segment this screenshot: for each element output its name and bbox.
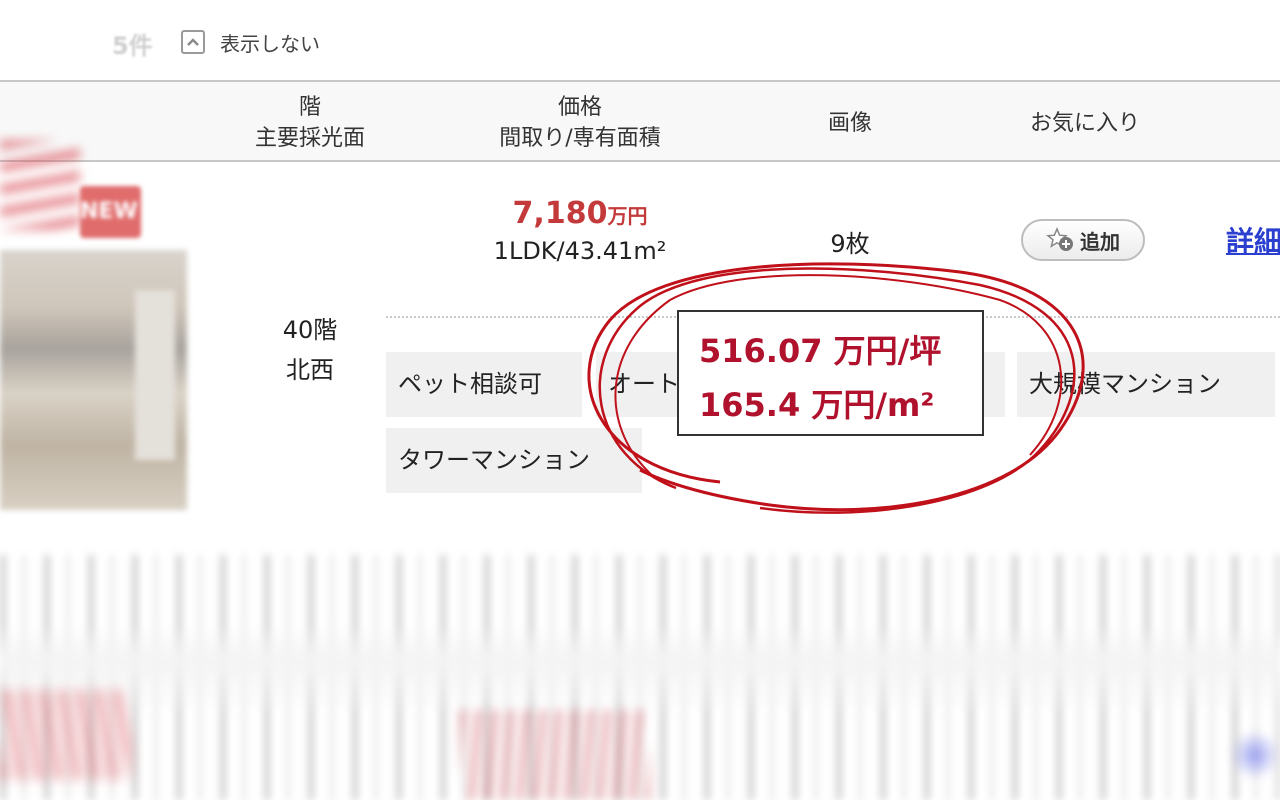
- image-count: 9枚: [830, 230, 870, 258]
- floor-direction: 北西: [286, 356, 334, 384]
- header-favorite: お気に入り: [1029, 111, 1140, 136]
- hide-label[interactable]: 表示しない: [220, 28, 320, 57]
- add-favorite-button[interactable]: 追加: [1021, 219, 1145, 261]
- feature-tag: タワーマンション: [386, 428, 642, 493]
- price-unit: 万円: [607, 204, 648, 228]
- price-per-tsubo: 516.07 万円/坪: [699, 332, 942, 370]
- header-images: 画像: [827, 111, 872, 136]
- star-plus-icon: [1046, 227, 1076, 253]
- header-price: 価格 間取り/専有面積: [460, 92, 700, 154]
- header-floor-subtitle: 主要採光面: [254, 126, 365, 151]
- hide-toggle[interactable]: 表示しない: [181, 27, 320, 57]
- layout-area: 1LDK/43.41m²: [493, 237, 667, 265]
- chevron-up-icon[interactable]: [181, 30, 205, 54]
- feature-tag: 大規模マンション: [1017, 352, 1275, 417]
- new-badge: NEW: [80, 186, 141, 238]
- blur-streak: [0, 690, 130, 780]
- price-per-sqm: 165.4 万円/m²: [699, 386, 935, 424]
- price-amount: 7,180: [512, 196, 608, 231]
- detail-link[interactable]: 詳細: [1226, 220, 1280, 260]
- header-floor: 階 主要採光面: [220, 92, 400, 154]
- header-price-subtitle: 間取り/専有面積: [499, 126, 661, 151]
- unit-price-callout: 516.07 万円/坪 165.4 万円/m²: [677, 310, 984, 436]
- blur-streak: [0, 140, 80, 230]
- feature-tag: ペット相談可: [386, 352, 582, 417]
- price-cell: 7,180万円 1LDK/43.41m²: [450, 196, 710, 265]
- floor-cell: 40階 北西: [240, 310, 380, 390]
- blur-streak: [460, 710, 650, 800]
- property-thumbnail[interactable]: [0, 250, 187, 510]
- header-price-title: 価格: [557, 95, 602, 120]
- add-favorite-label: 追加: [1080, 229, 1120, 254]
- results-toolbar: 5件 表示しない: [0, 0, 1280, 80]
- header-floor-title: 階: [298, 95, 321, 120]
- floor-number: 40階: [282, 316, 338, 344]
- result-count: 5件: [112, 32, 153, 60]
- table-header: 階 主要採光面 価格 間取り/専有面積 画像 お気に入り: [0, 80, 1280, 162]
- blur-streak: [1230, 730, 1280, 780]
